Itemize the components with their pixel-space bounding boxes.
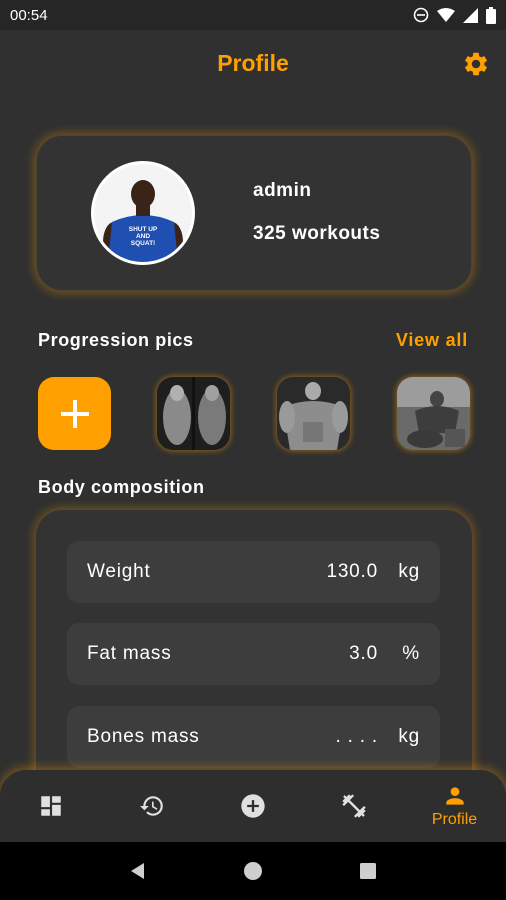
username: admin <box>253 180 312 201</box>
bodybuilder-photo <box>397 377 470 450</box>
home-icon[interactable] <box>243 861 263 881</box>
back-icon[interactable] <box>128 861 148 881</box>
wifi-icon <box>437 7 455 22</box>
progression-pic[interactable] <box>277 377 350 450</box>
metric-unit: kg <box>398 561 420 582</box>
metric-value: 130.0 <box>326 561 378 582</box>
recents-icon[interactable] <box>358 861 378 881</box>
metric-value: . . . . <box>335 726 378 747</box>
view-all-link[interactable]: View all <box>396 330 468 351</box>
metric-label: Weight <box>87 561 151 582</box>
do-not-disturb-icon <box>413 7 429 23</box>
metric-value: 3.0 <box>349 643 378 664</box>
nav-item-add[interactable] <box>202 770 303 842</box>
bodybuilder-photo <box>157 377 230 450</box>
fitness-center-icon <box>341 794 366 818</box>
battery-icon <box>486 6 496 24</box>
system-nav-bar <box>0 842 506 900</box>
nav-item-history[interactable] <box>101 770 202 842</box>
metric-unit: kg <box>398 726 420 747</box>
settings-button[interactable] <box>462 50 490 78</box>
metric-row-bones-mass[interactable]: Bones mass . . . . kg <box>67 706 440 768</box>
person-icon <box>445 787 464 805</box>
nav-item-profile[interactable]: Profile <box>404 770 505 842</box>
dashboard-icon <box>40 796 61 816</box>
bodybuilder-photo <box>277 377 350 450</box>
metric-label: Bones mass <box>87 726 200 747</box>
add-circle-icon <box>240 794 265 818</box>
metric-unit: % <box>402 643 420 664</box>
avatar-photo: SHUT UP AND SQUAT! <box>94 164 192 262</box>
avatar[interactable]: SHUT UP AND SQUAT! <box>91 161 195 265</box>
plus-icon <box>60 399 89 428</box>
page-title: Profile <box>217 50 289 76</box>
status-icons <box>413 6 496 24</box>
profile-card[interactable]: SHUT UP AND SQUAT! admin 325 workouts <box>36 135 472 291</box>
history-icon <box>139 796 163 816</box>
metric-row-weight[interactable]: Weight 130.0 kg <box>67 541 440 603</box>
nav-item-dashboard[interactable] <box>0 770 101 842</box>
bottom-nav: Profile <box>0 770 506 842</box>
gear-icon <box>465 52 487 76</box>
metric-label: Fat mass <box>87 643 172 664</box>
profile-screen: 00:54 Profile SHUT UP AND SQUAT! admin 3… <box>0 0 506 900</box>
add-progression-pic-button[interactable] <box>38 377 111 450</box>
workout-count: 325 workouts <box>253 223 381 244</box>
status-time: 00:54 <box>10 6 48 24</box>
svg-text:SQUAT!: SQUAT! <box>131 240 155 247</box>
progression-pic[interactable] <box>397 377 470 450</box>
nav-item-exercises[interactable] <box>303 770 404 842</box>
status-bar: 00:54 <box>0 0 506 30</box>
svg-text:AND: AND <box>136 233 150 240</box>
metric-row-fat-mass[interactable]: Fat mass 3.0 % <box>67 623 440 685</box>
progression-pic[interactable] <box>157 377 230 450</box>
nav-label-profile: Profile <box>431 811 478 828</box>
svg-text:SHUT UP: SHUT UP <box>129 226 158 233</box>
progression-pics-title: Progression pics <box>38 330 194 350</box>
body-composition-title: Body composition <box>38 477 205 497</box>
signal-icon <box>463 7 478 23</box>
